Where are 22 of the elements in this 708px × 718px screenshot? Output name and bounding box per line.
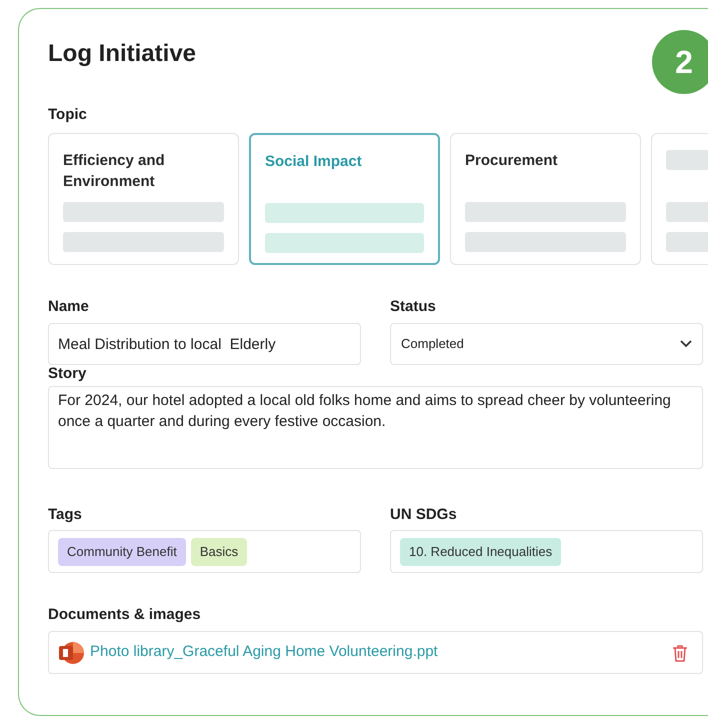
form-title: Log Initiative [48,39,196,69]
topic-card[interactable]: Procurement [450,133,641,265]
topic-card[interactable]: Efficiency and Environment [48,133,239,265]
field-label: Tags [48,506,83,524]
tag-chip[interactable]: Basics [190,538,248,566]
step-badge: 2 [652,30,708,94]
chevron-down-icon [680,340,692,348]
tags-field[interactable]: Community Benefit Basics [48,530,361,573]
name-field[interactable]: Meal Distribution to local Elderly [48,323,361,365]
field-label: Name [48,298,90,316]
field-label: Status [390,298,437,316]
presentation-file-icon [58,640,84,666]
story-field[interactable]: For 2024, our hotel adopted a local old folks home and aims to spread cheer by volunteering once a quarter and during every festive occasion. [48,386,703,469]
delete-icon[interactable] [672,644,688,662]
field-label: UN SDGs [390,506,458,524]
sdgs-field[interactable]: 10. Reduced Inequalities [390,530,703,573]
tag-chip[interactable]: Community Benefit [58,538,186,566]
tag-chip[interactable]: 10. Reduced Inequalities [400,538,562,566]
field-label: Documents & images [48,606,202,624]
field-label: Topic [48,106,88,124]
status-dropdown[interactable]: Completed [390,323,703,365]
field-label: Story [48,365,88,383]
